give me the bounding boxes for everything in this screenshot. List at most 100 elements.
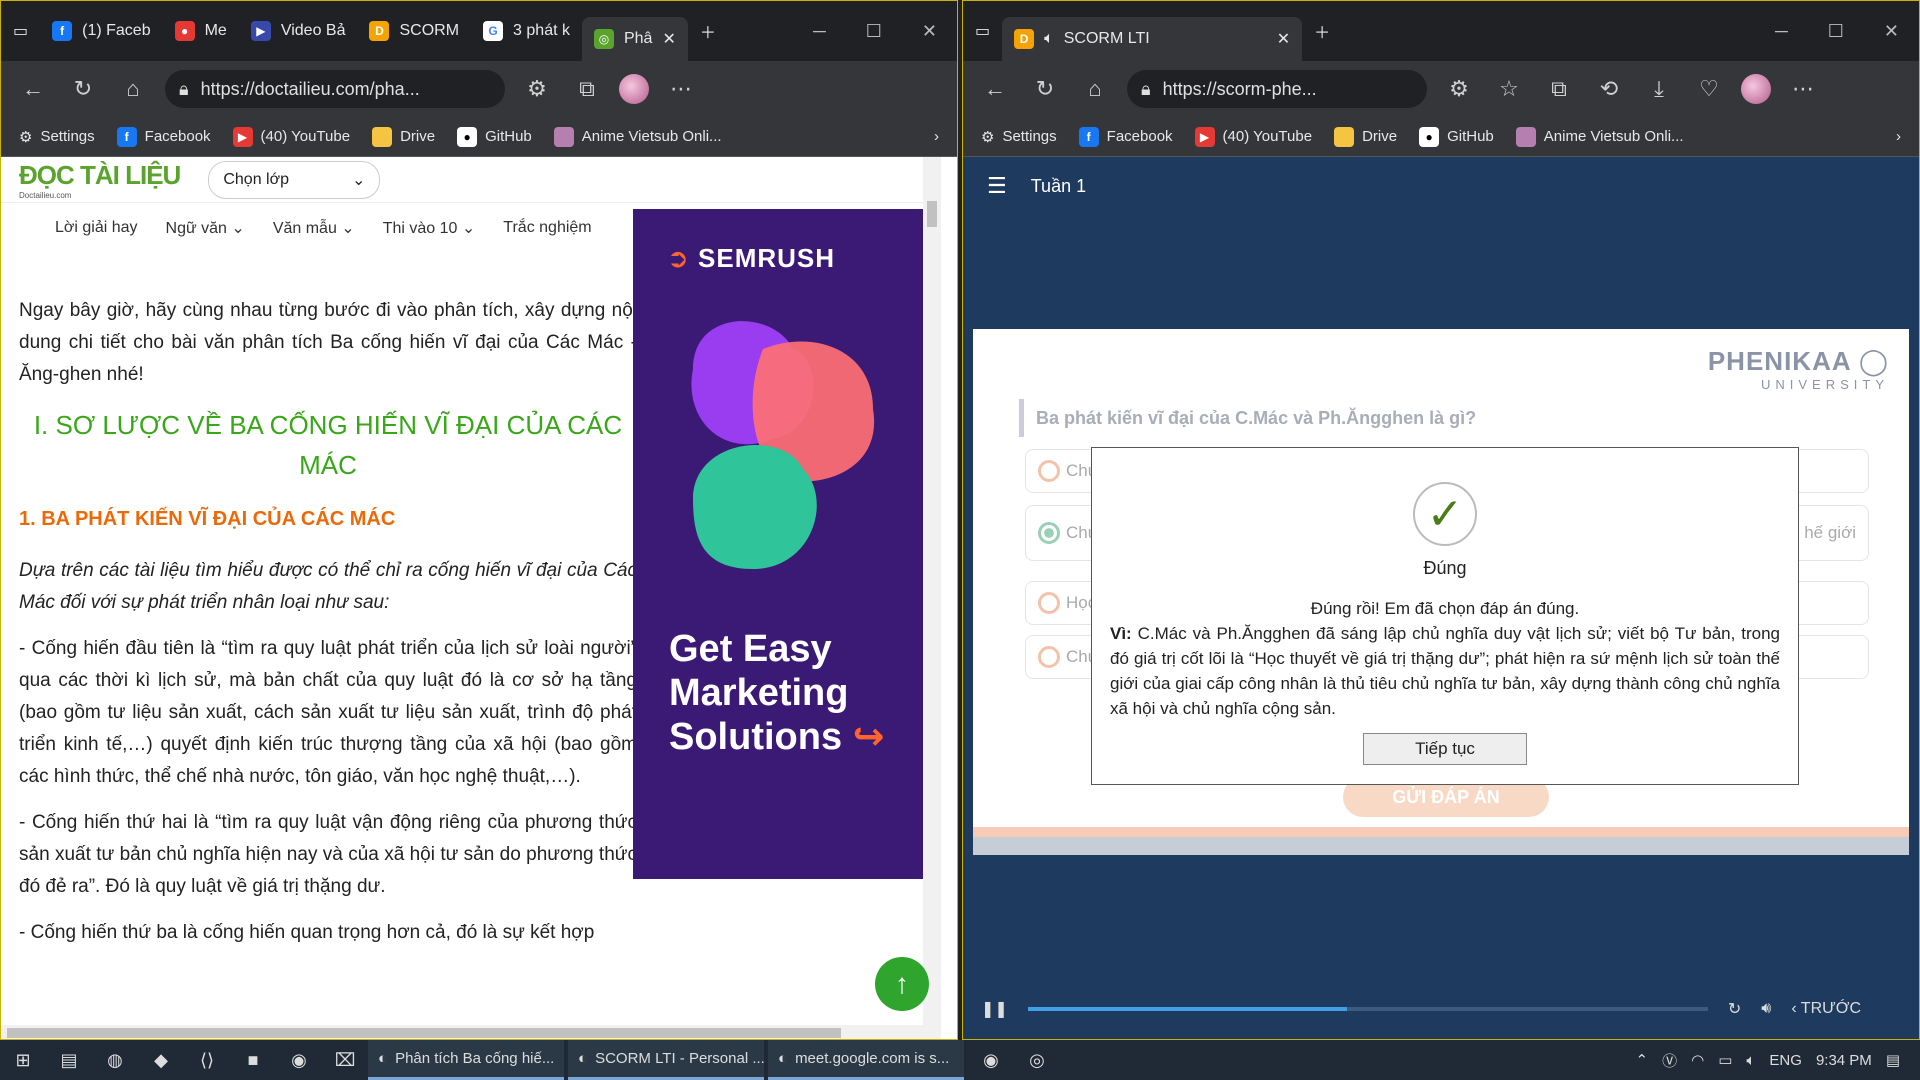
bookmark-youtube[interactable]: ▶ (40) YouTube <box>1194 126 1312 147</box>
firefox-icon[interactable]: ◉ <box>968 1040 1014 1080</box>
volume-icon[interactable]: 🔈︎ <box>1746 1052 1755 1069</box>
collections-icon[interactable]: ⧉ <box>569 71 605 107</box>
grade-select[interactable]: Chọn lớp ⌄ <box>208 160 381 199</box>
maximize-icon[interactable]: ☐ <box>866 21 882 42</box>
tab-meet[interactable]: ● Me <box>163 9 239 53</box>
history-icon[interactable]: ⟲ <box>1591 71 1627 107</box>
hamburger-menu-icon[interactable]: ☰ <box>987 173 1007 199</box>
back-icon[interactable]: ← <box>977 71 1013 107</box>
notification-icon[interactable]: ▤ <box>1886 1051 1900 1069</box>
extension-icon[interactable]: ⚙ <box>1441 71 1477 107</box>
previous-button[interactable]: ‹ TRƯỚC <box>1791 1000 1861 1018</box>
taskbar-app-meet[interactable]: ◐ meet.google.com is s... <box>768 1040 964 1080</box>
bookmark-facebook[interactable]: f Facebook <box>116 126 211 147</box>
continue-button[interactable]: Tiếp tục <box>1363 733 1527 765</box>
url-field[interactable]: 🔒︎ https://doctailieu.com/pha... <box>165 70 505 108</box>
new-tab-button[interactable]: ＋ <box>688 9 728 53</box>
bookmark-anime[interactable]: Anime Vietsub Onli... <box>553 126 722 147</box>
replay-icon[interactable]: ↻ <box>1728 999 1741 1019</box>
back-to-top-button[interactable]: ↑ <box>875 957 929 1011</box>
app-icon[interactable]: ◉ <box>276 1040 322 1080</box>
bookmark-youtube[interactable]: ▶ (40) YouTube <box>232 126 350 147</box>
chevron-right-icon[interactable]: › <box>1896 128 1901 145</box>
ad-logo: ➲ SEMRUSH <box>667 243 836 273</box>
new-tab-button[interactable]: ＋ <box>1302 9 1342 53</box>
more-icon[interactable]: ⋯ <box>1785 71 1821 107</box>
volume-icon[interactable]: 🔊︎ <box>1761 1000 1771 1018</box>
chevron-up-icon[interactable]: ⌃ <box>1636 1051 1649 1069</box>
bookmark-settings[interactable]: ⚙ Settings <box>981 128 1057 146</box>
antivirus-icon[interactable]: Ⓥ <box>1662 1050 1677 1071</box>
clock[interactable]: 9:34 PM <box>1816 1052 1872 1069</box>
bookmark-github[interactable]: ● GitHub <box>457 126 532 147</box>
zalo-icon[interactable]: ◍ <box>92 1040 138 1080</box>
tab-scorm[interactable]: D SCORM <box>357 9 471 53</box>
more-icon[interactable]: ⋯ <box>663 71 699 107</box>
bookmark-drive[interactable]: Drive <box>1334 126 1397 147</box>
taskbar-app-scorm[interactable]: ◐ SCORM LTI - Personal ... <box>568 1040 764 1080</box>
tab-facebook[interactable]: f (1) Faceb <box>40 9 162 53</box>
close-tab-icon[interactable]: ✕ <box>662 29 675 49</box>
back-icon[interactable]: ← <box>15 71 51 107</box>
maximize-icon[interactable]: ☐ <box>1828 21 1844 42</box>
file-explorer-icon[interactable]: ▤ <box>46 1040 92 1080</box>
tab-active-scorm[interactable]: D 🔈︎ SCORM LTI ✕ <box>1002 17 1303 61</box>
vertical-scrollbar[interactable] <box>923 157 941 1039</box>
tab-video[interactable]: ▶ Video Bả <box>239 9 358 53</box>
profile-avatar[interactable] <box>1741 74 1771 104</box>
scroll-thumb[interactable] <box>927 201 937 227</box>
tab-active-doctailieu[interactable]: ◎ Phâ ✕ <box>581 17 688 61</box>
bookmark-github[interactable]: ● GitHub <box>1419 126 1494 147</box>
home-icon[interactable]: ⌂ <box>1077 71 1113 107</box>
minimize-icon[interactable]: ─ <box>813 21 826 42</box>
chevron-right-icon[interactable]: › <box>934 128 939 145</box>
app-icon[interactable]: ◆ <box>138 1040 184 1080</box>
bookmark-facebook[interactable]: f Facebook <box>1078 126 1173 147</box>
health-icon[interactable]: ♡ <box>1691 71 1727 107</box>
bookmark-settings[interactable]: ⚙ Settings <box>19 128 95 146</box>
taskbar-app-doctailieu[interactable]: ◐ Phân tích Ba cống hiế... <box>368 1040 564 1080</box>
url-field[interactable]: 🔒︎ https://scorm-phe... <box>1127 70 1427 108</box>
download-icon[interactable]: ⤓ <box>1641 71 1677 107</box>
collections-icon[interactable]: ⧉ <box>1541 71 1577 107</box>
favorites-icon[interactable]: ☆ <box>1491 71 1527 107</box>
spotify-icon[interactable]: ◎ <box>1014 1040 1060 1080</box>
windows-taskbar: ⊞ ▤ ◍ ◆ ⟨⟩ ■ ◉ ⌧ ◐ Phân tích Ba cống hiế.… <box>0 1040 1920 1080</box>
menu-item[interactable]: Trắc nghiệm <box>503 219 591 237</box>
close-icon[interactable]: ✕ <box>922 21 937 42</box>
bookmark-anime[interactable]: Anime Vietsub Onli... <box>1515 126 1684 147</box>
tab-google[interactable]: G3 phát k <box>471 9 582 53</box>
horizontal-scrollbar[interactable] <box>1 1025 941 1039</box>
menu-item[interactable]: Thi vào 10 ⌄ <box>383 218 476 238</box>
extension-icon[interactable]: ⚙ <box>519 71 555 107</box>
vscode-icon[interactable]: ⟨⟩ <box>184 1040 230 1080</box>
card-footer-strip <box>973 827 1909 837</box>
window-menu[interactable]: ▭ <box>1 9 40 53</box>
menu-item[interactable]: Văn mẫu ⌄ <box>273 218 355 238</box>
language-indicator[interactable]: ENG <box>1769 1052 1802 1069</box>
paragraph: - Cống hiến thứ ba là cống hiến quan trọ… <box>19 922 595 943</box>
menu-item[interactable]: Lời giải hay <box>55 219 138 237</box>
windows-start-icon[interactable]: ⊞ <box>0 1040 46 1080</box>
site-logo[interactable]: ĐỌC TÀI LIỆU Doctailieu.com <box>19 160 181 200</box>
profile-avatar[interactable] <box>619 74 649 104</box>
pause-icon[interactable]: ❚❚ <box>981 999 1008 1019</box>
reload-icon[interactable]: ↻ <box>1027 71 1063 107</box>
bookmark-drive[interactable]: Drive <box>372 126 435 147</box>
close-icon[interactable]: ✕ <box>1884 21 1899 42</box>
radio-icon <box>1038 592 1060 614</box>
home-icon[interactable]: ⌂ <box>115 71 151 107</box>
semrush-ad[interactable]: ➲ SEMRUSH Get Easy Marketing Solutions ↪ <box>633 209 939 879</box>
progress-bar[interactable] <box>1027 1007 1708 1011</box>
reload-icon[interactable]: ↻ <box>65 71 101 107</box>
app-icon[interactable]: ■ <box>230 1040 276 1080</box>
flame-icon: ➲ <box>667 243 690 273</box>
scroll-thumb[interactable] <box>7 1028 841 1038</box>
minimize-icon[interactable]: ─ <box>1775 21 1788 42</box>
window-menu[interactable]: ▭ <box>963 9 1002 53</box>
close-tab-icon[interactable]: ✕ <box>1277 29 1290 49</box>
battery-icon[interactable]: ▭ <box>1718 1051 1732 1069</box>
wifi-icon[interactable]: ◠ <box>1691 1051 1704 1069</box>
menu-item[interactable]: Ngữ văn ⌄ <box>166 218 245 238</box>
app-icon[interactable]: ⌧ <box>322 1040 368 1080</box>
